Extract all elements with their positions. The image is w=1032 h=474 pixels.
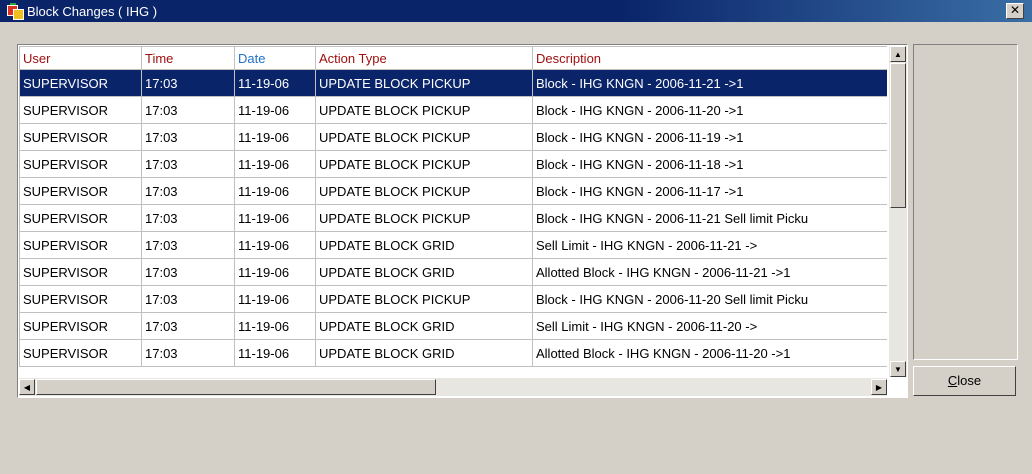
column-header-action-type[interactable]: Action Type bbox=[315, 46, 533, 70]
table-row[interactable]: SUPERVISOR 17:03 11-19-06 UPDATE BLOCK PICK… bbox=[19, 150, 887, 178]
cell-time: 17:03 bbox=[141, 312, 235, 340]
cell-user: SUPERVISOR bbox=[19, 96, 142, 124]
cell-date: 11-19-06 bbox=[234, 96, 316, 124]
table-row[interactable]: SUPERVISOR 17:03 11-19-06 UPDATE BLOCK PICK… bbox=[19, 123, 887, 151]
table-row[interactable]: SUPERVISOR 17:03 11-19-06 UPDATE BLOCK PICK… bbox=[19, 96, 887, 124]
cell-description: Block - IHG KNGN - 2006-11-20 ->1 bbox=[532, 96, 887, 124]
window-title: Block Changes ( IHG ) bbox=[27, 3, 158, 19]
side-panel bbox=[913, 44, 1018, 360]
cell-date: 11-19-06 bbox=[234, 339, 316, 367]
cell-user: SUPERVISOR bbox=[19, 69, 142, 97]
scroll-up-icon[interactable]: ▲ bbox=[890, 46, 906, 62]
column-header-description[interactable]: Description bbox=[532, 46, 887, 70]
cell-date: 11-19-06 bbox=[234, 204, 316, 232]
cell-date: 11-19-06 bbox=[234, 285, 316, 313]
cell-description: Block - IHG KNGN - 2006-11-17 ->1 bbox=[532, 177, 887, 205]
cell-action-type: UPDATE BLOCK PICKUP bbox=[315, 150, 533, 178]
cell-user: SUPERVISOR bbox=[19, 258, 142, 286]
cell-action-type: UPDATE BLOCK GRID bbox=[315, 231, 533, 259]
cell-description: Block - IHG KNGN - 2006-11-18 ->1 bbox=[532, 150, 887, 178]
cell-date: 11-19-06 bbox=[234, 231, 316, 259]
app-icon bbox=[7, 3, 24, 20]
changes-table: User Time Date Action Type Description S… bbox=[19, 46, 887, 367]
cell-description: Block - IHG KNGN - 2006-11-19 ->1 bbox=[532, 123, 887, 151]
cell-action-type: UPDATE BLOCK PICKUP bbox=[315, 177, 533, 205]
table-header-row: User Time Date Action Type Description bbox=[19, 46, 887, 70]
cell-description: Allotted Block - IHG KNGN - 2006-11-21 -… bbox=[532, 258, 887, 286]
cell-time: 17:03 bbox=[141, 177, 235, 205]
cell-user: SUPERVISOR bbox=[19, 339, 142, 367]
cell-action-type: UPDATE BLOCK GRID bbox=[315, 258, 533, 286]
scroll-left-icon[interactable]: ◀ bbox=[19, 379, 35, 395]
cell-description: Allotted Block - IHG KNGN - 2006-11-20 -… bbox=[532, 339, 887, 367]
cell-time: 17:03 bbox=[141, 258, 235, 286]
cell-user: SUPERVISOR bbox=[19, 123, 142, 151]
cell-action-type: UPDATE BLOCK PICKUP bbox=[315, 123, 533, 151]
close-button-mnemonic: C bbox=[947, 373, 958, 388]
column-header-date[interactable]: Date bbox=[234, 46, 316, 70]
horizontal-scrollbar[interactable]: ◀ ▶ bbox=[19, 378, 887, 396]
cell-user: SUPERVISOR bbox=[19, 231, 142, 259]
column-header-user[interactable]: User bbox=[19, 46, 142, 70]
block-changes-grid: User Time Date Action Type Description S… bbox=[17, 44, 908, 398]
cell-time: 17:03 bbox=[141, 339, 235, 367]
cell-description: Sell Limit - IHG KNGN - 2006-11-20 -> bbox=[532, 312, 887, 340]
cell-description: Block - IHG KNGN - 2006-11-21 ->1 bbox=[532, 69, 887, 97]
cell-time: 17:03 bbox=[141, 123, 235, 151]
cell-time: 17:03 bbox=[141, 96, 235, 124]
close-button-label: lose bbox=[957, 373, 982, 388]
cell-action-type: UPDATE BLOCK PICKUP bbox=[315, 69, 533, 97]
cell-time: 17:03 bbox=[141, 69, 235, 97]
column-header-time[interactable]: Time bbox=[141, 46, 235, 70]
table-row[interactable]: SUPERVISOR 17:03 11-19-06 UPDATE BLOCK GRID… bbox=[19, 339, 887, 367]
cell-time: 17:03 bbox=[141, 285, 235, 313]
cell-action-type: UPDATE BLOCK PICKUP bbox=[315, 285, 533, 313]
cell-date: 11-19-06 bbox=[234, 69, 316, 97]
cell-date: 11-19-06 bbox=[234, 150, 316, 178]
table-row[interactable]: SUPERVISOR 17:03 11-19-06 UPDATE BLOCK PICK… bbox=[19, 285, 887, 313]
cell-user: SUPERVISOR bbox=[19, 150, 142, 178]
cell-action-type: UPDATE BLOCK PICKUP bbox=[315, 204, 533, 232]
cell-user: SUPERVISOR bbox=[19, 285, 142, 313]
cell-user: SUPERVISOR bbox=[19, 312, 142, 340]
scroll-right-icon[interactable]: ▶ bbox=[871, 379, 887, 395]
cell-time: 17:03 bbox=[141, 231, 235, 259]
cell-time: 17:03 bbox=[141, 150, 235, 178]
cell-action-type: UPDATE BLOCK GRID bbox=[315, 312, 533, 340]
grid-viewport: User Time Date Action Type Description S… bbox=[19, 46, 887, 377]
close-button[interactable]: Close bbox=[913, 366, 1016, 396]
table-row[interactable]: SUPERVISOR 17:03 11-19-06 UPDATE BLOCK PICK… bbox=[19, 177, 887, 205]
title-bar: Block Changes ( IHG ) ✕ bbox=[0, 0, 1032, 22]
vertical-scroll-thumb[interactable] bbox=[890, 63, 906, 208]
cell-user: SUPERVISOR bbox=[19, 204, 142, 232]
cell-date: 11-19-06 bbox=[234, 123, 316, 151]
table-row[interactable]: SUPERVISOR 17:03 11-19-06 UPDATE BLOCK GRID… bbox=[19, 231, 887, 259]
table-row[interactable]: SUPERVISOR 17:03 11-19-06 UPDATE BLOCK GRID… bbox=[19, 312, 887, 340]
cell-action-type: UPDATE BLOCK GRID bbox=[315, 339, 533, 367]
cell-date: 11-19-06 bbox=[234, 312, 316, 340]
cell-date: 11-19-06 bbox=[234, 177, 316, 205]
horizontal-scroll-thumb[interactable] bbox=[36, 379, 436, 395]
table-row[interactable]: SUPERVISOR 17:03 11-19-06 UPDATE BLOCK PICK… bbox=[19, 204, 887, 232]
window-close-icon[interactable]: ✕ bbox=[1006, 3, 1024, 19]
scroll-down-icon[interactable]: ▼ bbox=[890, 361, 906, 377]
cell-action-type: UPDATE BLOCK PICKUP bbox=[315, 96, 533, 124]
cell-time: 17:03 bbox=[141, 204, 235, 232]
cell-user: SUPERVISOR bbox=[19, 177, 142, 205]
cell-description: Block - IHG KNGN - 2006-11-21 Sell limit… bbox=[532, 204, 887, 232]
table-row[interactable]: SUPERVISOR 17:03 11-19-06 UPDATE BLOCK PICK… bbox=[19, 69, 887, 97]
cell-description: Sell Limit - IHG KNGN - 2006-11-21 -> bbox=[532, 231, 887, 259]
table-row[interactable]: SUPERVISOR 17:03 11-19-06 UPDATE BLOCK GRID… bbox=[19, 258, 887, 286]
cell-date: 11-19-06 bbox=[234, 258, 316, 286]
vertical-scrollbar[interactable]: ▲ ▼ bbox=[889, 46, 907, 377]
cell-description: Block - IHG KNGN - 2006-11-20 Sell limit… bbox=[532, 285, 887, 313]
